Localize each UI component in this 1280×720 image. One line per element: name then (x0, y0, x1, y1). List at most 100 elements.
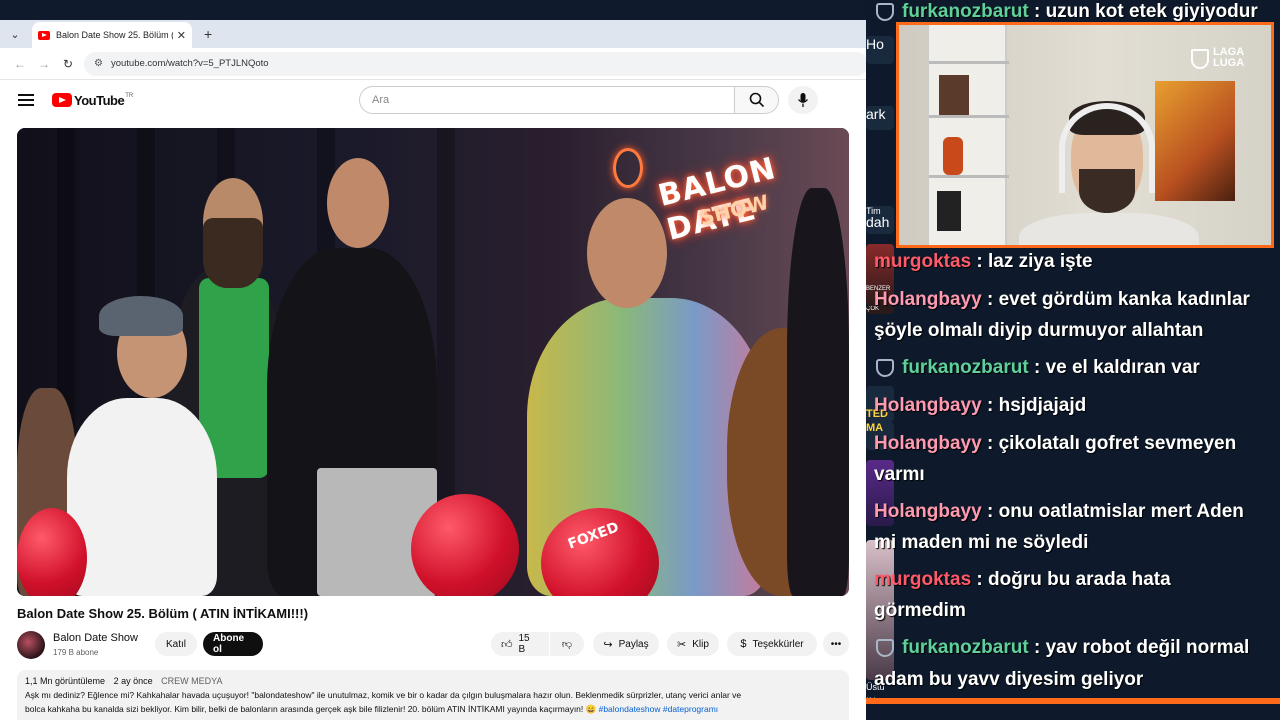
credit-text: CREW MEDYA (161, 676, 223, 686)
chat-username: Holangbayy (874, 289, 982, 310)
chat-message: Holangbayy : çikolatalı gofret sevmeyen (874, 428, 1236, 459)
more-actions-button[interactable]: ••• (823, 632, 849, 656)
browser-tab[interactable]: Balon Date Show 25. Bölüm ( AT ✕ (32, 22, 192, 48)
chat-username: murgoktas (874, 251, 972, 272)
channel-name[interactable]: Balon Date Show (53, 632, 138, 644)
shelf-board (929, 115, 1009, 118)
share-button[interactable]: ↪ Paylaş (593, 632, 659, 656)
wall-poster (1155, 81, 1235, 201)
description-text: Aşk mı dediniz? Eğlence mi? Kahkahalar h… (25, 688, 841, 716)
scissors-icon: ✂ (677, 638, 687, 651)
chat-badge-icon (876, 638, 894, 657)
chat-text: : ve el kaldıran var (1028, 357, 1200, 378)
voice-search-button[interactable] (788, 86, 818, 114)
like-button[interactable]: 👍︎ 15 B (491, 632, 549, 656)
tab-close-icon[interactable]: ✕ (177, 29, 186, 42)
forward-arrow-icon[interactable]: → (32, 57, 56, 71)
more-icon: ••• (830, 638, 842, 650)
chat-username: furkanozbarut (902, 357, 1029, 378)
person-right-edge (787, 188, 849, 596)
side-thumb[interactable]: ark (866, 106, 894, 130)
books (937, 191, 961, 231)
join-button[interactable]: Katıl (155, 632, 197, 656)
red-balloon (411, 494, 519, 596)
chat-text: : onu oatlatmislar mert Aden (981, 501, 1244, 522)
chat-username: Holangbayy (874, 433, 982, 454)
chat-text: : hsjdjajajd (981, 395, 1087, 416)
new-tab-icon[interactable]: + (204, 26, 212, 42)
chat-message-continued: şöyle olmalı diyip durmuyor allahtan (874, 315, 1203, 346)
shelf-board (929, 175, 1009, 178)
chat-message: Holangbayy : onu oatlatmislar mert Aden (874, 496, 1244, 527)
hashtags[interactable]: #balondateshow #dateprogramı (599, 704, 719, 714)
microphone-icon (797, 93, 809, 107)
chat-message-continued: varmı (874, 459, 925, 490)
back-arrow-icon[interactable]: ← (8, 57, 32, 71)
accent-bar (866, 698, 1280, 704)
chat-text: adam bu yavv diyesim geliyor (874, 669, 1144, 690)
logo-line2: LUGA (1213, 57, 1245, 69)
youtube-logo-text: YouTube (74, 92, 125, 108)
description-box[interactable]: 1,1 Mn görüntüleme 2 ay önce CREW MEDYA … (17, 670, 849, 720)
person-white-tank (67, 398, 217, 596)
youtube-favicon-icon (38, 30, 50, 40)
shelf-board (929, 61, 1009, 64)
menu-icon[interactable] (18, 91, 34, 109)
description-line2: bolca kahkaha bu kanalda sizi bekliyor. … (25, 704, 597, 714)
chat-message: Holangbayy : hsjdjajajd (874, 390, 1086, 421)
top-strip (0, 0, 876, 20)
youtube-logo[interactable]: YouTube TR (52, 93, 133, 108)
chat-text: : evet gördüm kanka kadınlar (981, 289, 1250, 310)
share-icon: ↪ (603, 638, 613, 651)
side-thumb[interactable]: Ho (866, 36, 894, 64)
chat-text: : uzun kot etek giyiyodur (1028, 1, 1258, 22)
channel-avatar[interactable] (17, 631, 45, 659)
thanks-label: Teşekkürler (752, 638, 804, 650)
logo-shield-icon (1191, 49, 1209, 69)
dislike-button[interactable]: 👎︎ (550, 632, 584, 656)
address-bar: ← → ↻ ⚙ youtube.com/watch?v=5_PTJLNQoto (0, 48, 876, 80)
side-thumb[interactable]: dah (866, 214, 894, 234)
grey-cap (99, 296, 183, 336)
thanks-button[interactable]: $ Teşekkürler (727, 632, 817, 656)
laga-luga-logo: LAGA LUGA (1191, 45, 1271, 75)
chat-badge-icon (876, 2, 894, 21)
chat-message-continued: adam bu yavv diyesim geliyor (874, 664, 1143, 695)
chat-message: Holangbayy : evet gördüm kanka kadınlar (874, 284, 1250, 315)
clip-button[interactable]: ✂ Klip (667, 632, 719, 656)
chat-text: : çikolatalı gofret sevmeyen (981, 433, 1237, 454)
chat-text: mi maden mi ne söyledi (874, 532, 1089, 553)
youtube-logo-region: TR (125, 93, 134, 99)
chat-text: şöyle olmalı diyip durmuyor allahtan (874, 320, 1204, 341)
streamer-hoodie (1019, 213, 1199, 245)
chat-message: furkanozbarut : uzun kot etek giyiyodur (874, 0, 1258, 27)
chat-username: furkanozbarut (902, 637, 1029, 658)
video-player[interactable]: BALON DATE SHOW FOXED (17, 128, 849, 596)
webcam-overlay: LAGA LUGA (896, 22, 1274, 248)
chat-text: varmı (874, 464, 925, 485)
youtube-logo-icon (52, 93, 72, 107)
chat-message: furkanozbarut : yav robot değil normal (874, 632, 1249, 663)
chat-message: furkanozbarut : ve el kaldıran var (874, 352, 1200, 383)
channel-row: Balon Date Show 179 B abone Katıl Abone … (17, 630, 849, 660)
reload-icon[interactable]: ↻ (56, 57, 80, 71)
chat-text: görmedim (874, 600, 966, 621)
subscribe-button[interactable]: Abone ol (203, 632, 263, 656)
search-input[interactable]: Ara (359, 86, 735, 114)
screen: ⌄ Balon Date Show 25. Bölüm ( AT ✕ + ← →… (0, 0, 1280, 720)
url-field[interactable]: ⚙ youtube.com/watch?v=5_PTJLNQoto (84, 51, 868, 76)
chat-username: furkanozbarut (902, 1, 1029, 22)
books (939, 75, 969, 115)
thumbs-down-icon: 👎︎ (561, 639, 573, 650)
search-icon (749, 92, 764, 108)
stream-panel: Ho ark Tim dah BENZER ÇOK TED MA Üstü İf… (866, 0, 1280, 720)
search-button[interactable] (735, 86, 779, 114)
tab-title: Balon Date Show 25. Bölüm ( AT (56, 30, 173, 40)
site-info-icon[interactable]: ⚙ (94, 58, 103, 69)
bookshelf (927, 25, 1009, 245)
like-count: 15 B (518, 633, 530, 655)
tab-search-chevron-icon[interactable]: ⌄ (4, 23, 26, 45)
chat-username: Holangbayy (874, 395, 982, 416)
chat-message: murgoktas : doğru bu arada hata (874, 564, 1171, 595)
chat-message: murgoktas : laz ziya işte (874, 246, 1093, 277)
